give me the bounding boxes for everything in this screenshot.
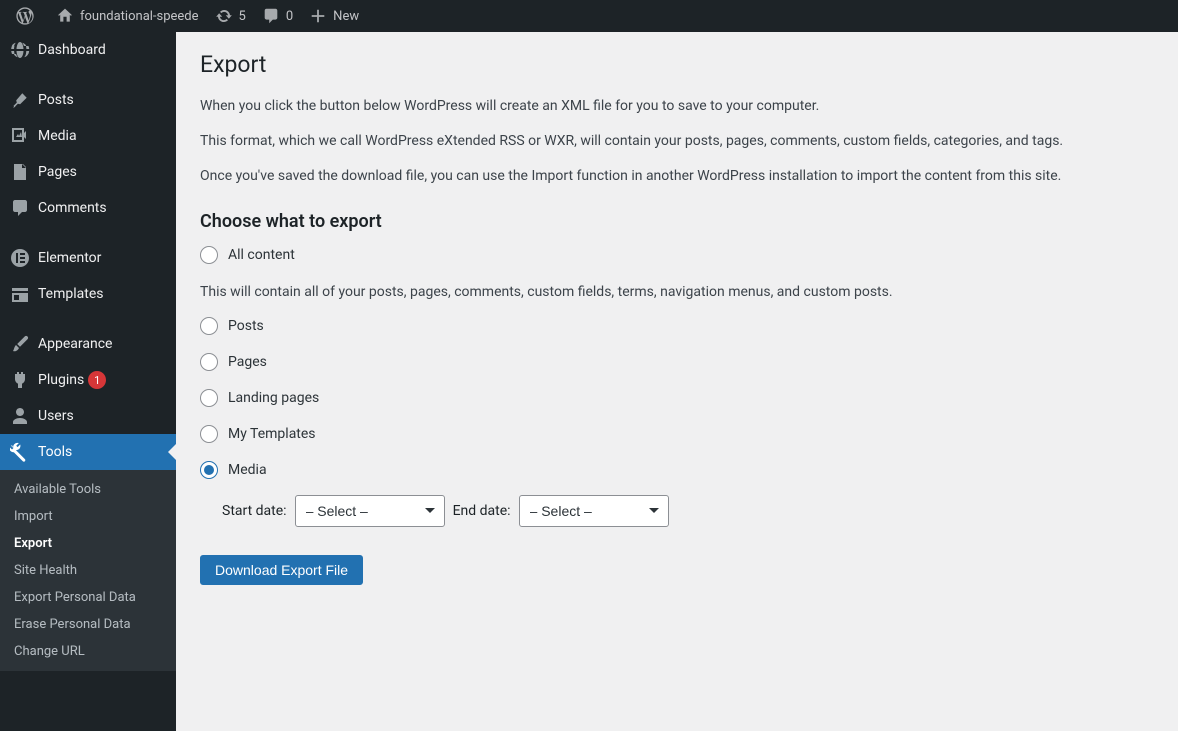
comments-count: 0 [286, 9, 293, 24]
option-label: Landing pages [228, 390, 319, 406]
comments-link[interactable]: 0 [254, 0, 301, 32]
option-label: All content [228, 247, 295, 263]
admin-sidebar: Dashboard Posts Media Pages Comments Ele… [0, 32, 176, 731]
comment-icon [262, 7, 280, 25]
sidebar-item-tools[interactable]: Tools [0, 434, 176, 470]
sidebar-item-label: Posts [38, 92, 74, 108]
option-media[interactable]: Media [200, 461, 1154, 479]
submenu-import[interactable]: Import [0, 503, 176, 530]
end-date-label: End date: [453, 503, 511, 519]
radio-landing-pages[interactable] [200, 389, 218, 407]
dashboard-icon [10, 40, 30, 60]
option-my-templates[interactable]: My Templates [200, 425, 1154, 443]
option-label: Posts [228, 318, 264, 334]
sidebar-item-dashboard[interactable]: Dashboard [0, 32, 176, 68]
new-label: New [333, 9, 359, 24]
sidebar-item-label: Pages [38, 164, 77, 180]
tools-submenu: Available Tools Import Export Site Healt… [0, 470, 176, 671]
sidebar-item-label: Dashboard [38, 42, 106, 58]
submenu-erase-personal-data[interactable]: Erase Personal Data [0, 611, 176, 638]
submenu-change-url[interactable]: Change URL [0, 638, 176, 665]
download-export-button[interactable]: Download Export File [200, 555, 363, 585]
sidebar-item-users[interactable]: Users [0, 398, 176, 434]
brush-icon [10, 334, 30, 354]
option-posts[interactable]: Posts [200, 317, 1154, 335]
sidebar-item-posts[interactable]: Posts [0, 82, 176, 118]
radio-all-content[interactable] [200, 246, 218, 264]
sidebar-item-label: Users [38, 408, 74, 424]
sidebar-item-comments[interactable]: Comments [0, 190, 176, 226]
templates-icon [10, 284, 30, 304]
plugins-update-badge: 1 [88, 371, 106, 389]
option-all-content[interactable]: All content [200, 246, 1154, 264]
admin-bar: foundational-speede 5 0 New [0, 0, 1178, 32]
plus-icon [309, 7, 327, 25]
submenu-export-personal-data[interactable]: Export Personal Data [0, 584, 176, 611]
site-name-label: foundational-speede [80, 9, 199, 24]
start-date-select[interactable]: – Select – [295, 495, 445, 527]
page-title: Export [200, 42, 1154, 82]
sidebar-item-label: Tools [38, 444, 72, 460]
sidebar-item-label: Elementor [38, 250, 101, 266]
choose-heading: Choose what to export [200, 211, 1154, 232]
radio-posts[interactable] [200, 317, 218, 335]
all-content-description: This will contain all of your posts, pag… [200, 282, 1154, 303]
sidebar-item-media[interactable]: Media [0, 118, 176, 154]
sidebar-item-label: Plugins [38, 372, 84, 388]
sidebar-item-label: Templates [38, 286, 104, 302]
plug-icon [10, 370, 30, 390]
new-content-link[interactable]: New [301, 0, 367, 32]
page-icon [10, 162, 30, 182]
wordpress-logo-icon [16, 7, 34, 25]
option-landing-pages[interactable]: Landing pages [200, 389, 1154, 407]
radio-media[interactable] [200, 461, 218, 479]
sidebar-item-label: Appearance [38, 336, 112, 352]
media-icon [10, 126, 30, 146]
updates-link[interactable]: 5 [207, 0, 254, 32]
option-label: My Templates [228, 426, 316, 442]
end-date-select[interactable]: – Select – [519, 495, 669, 527]
intro-paragraph-1: When you click the button below WordPres… [200, 96, 1154, 117]
sidebar-item-plugins[interactable]: Plugins 1 [0, 362, 176, 398]
intro-paragraph-2: This format, which we call WordPress eXt… [200, 131, 1154, 152]
main-content: Export When you click the button below W… [176, 32, 1178, 731]
sidebar-item-appearance[interactable]: Appearance [0, 326, 176, 362]
update-icon [215, 7, 233, 25]
sidebar-item-label: Comments [38, 200, 107, 216]
option-label: Pages [228, 354, 267, 370]
intro-paragraph-3: Once you've saved the download file, you… [200, 166, 1154, 187]
elementor-icon [10, 248, 30, 268]
sidebar-item-pages[interactable]: Pages [0, 154, 176, 190]
sidebar-item-elementor[interactable]: Elementor [0, 240, 176, 276]
home-icon [56, 7, 74, 25]
radio-pages[interactable] [200, 353, 218, 371]
start-date-label: Start date: [222, 503, 287, 519]
site-name-link[interactable]: foundational-speede [48, 0, 207, 32]
option-pages[interactable]: Pages [200, 353, 1154, 371]
wp-logo-menu[interactable] [8, 0, 48, 32]
sidebar-item-label: Media [38, 128, 77, 144]
option-label: Media [228, 462, 267, 478]
submenu-site-health[interactable]: Site Health [0, 557, 176, 584]
user-icon [10, 406, 30, 426]
submenu-export[interactable]: Export [0, 530, 176, 557]
sidebar-item-templates[interactable]: Templates [0, 276, 176, 312]
submenu-available-tools[interactable]: Available Tools [0, 476, 176, 503]
comments-icon [10, 198, 30, 218]
date-range-row: Start date: – Select – End date: – Selec… [222, 495, 1154, 527]
wrench-icon [10, 442, 30, 462]
pin-icon [10, 90, 30, 110]
radio-my-templates[interactable] [200, 425, 218, 443]
updates-count: 5 [239, 9, 246, 24]
